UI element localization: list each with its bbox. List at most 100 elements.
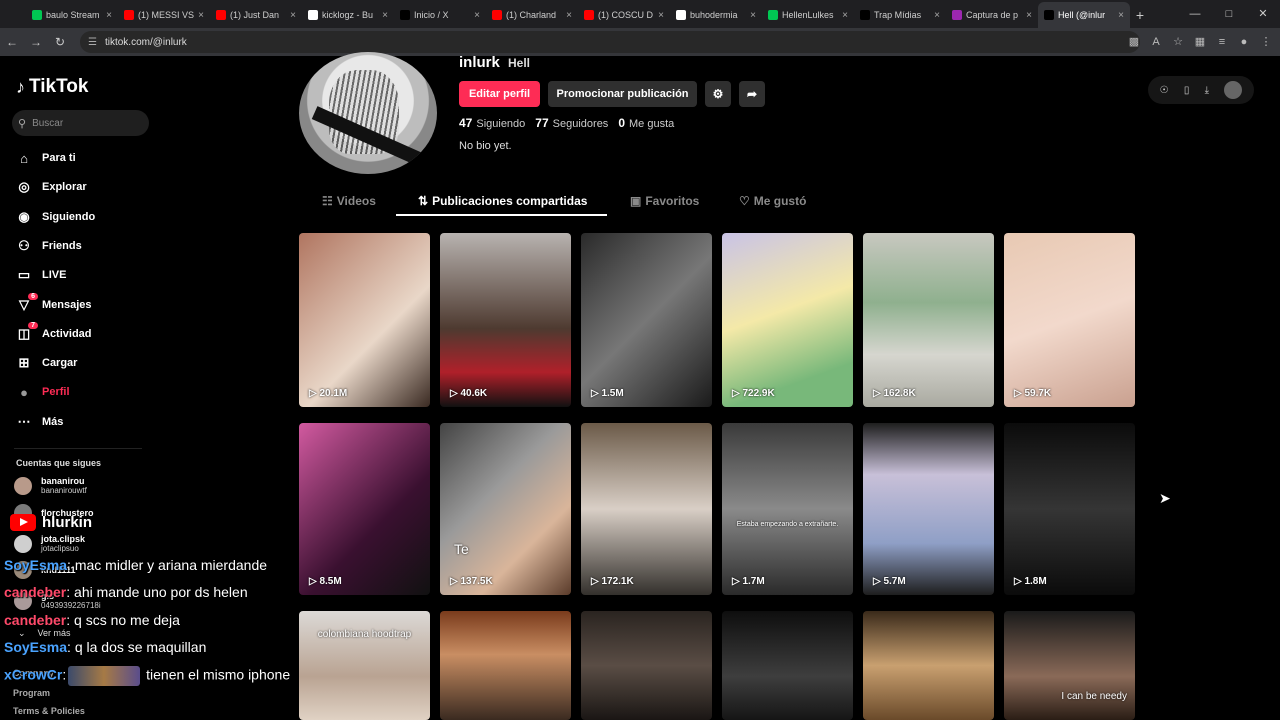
view-count-value: 59.7K bbox=[1024, 388, 1052, 399]
close-tab-icon[interactable]: × bbox=[290, 10, 296, 21]
video-card[interactable]: ▷ 722.9K bbox=[722, 233, 853, 407]
browser-tab[interactable]: (1) Charland × bbox=[486, 2, 578, 28]
close-tab-icon[interactable]: × bbox=[934, 10, 940, 21]
sidebar-item-profile[interactable]: ● Perfil bbox=[14, 381, 70, 403]
close-window-icon[interactable]: ✕ bbox=[1246, 0, 1280, 28]
video-card[interactable] bbox=[440, 611, 571, 720]
bookmark-star-icon[interactable]: ☆ bbox=[1170, 33, 1186, 51]
sidebar-item-compass[interactable]: ◎ Explorar bbox=[14, 176, 86, 198]
sidebar-item-messages[interactable]: ▽ 6 Mensajes bbox=[14, 292, 92, 316]
close-tab-icon[interactable]: × bbox=[382, 10, 388, 21]
download-icon[interactable]: ⤓ bbox=[1205, 85, 1209, 96]
video-card[interactable]: ▷ 40.6K bbox=[440, 233, 571, 407]
view-count: ▷ 1.5M bbox=[591, 388, 624, 399]
close-tab-icon[interactable]: × bbox=[1118, 10, 1124, 21]
reading-list-icon[interactable]: ≡ bbox=[1214, 33, 1230, 51]
tab-favorites[interactable]: ▣ Favoritos bbox=[630, 194, 699, 208]
video-card[interactable]: ▷ 59.7K bbox=[1004, 233, 1135, 407]
browser-tab[interactable]: kicklogz - Bu × bbox=[302, 2, 394, 28]
tab-videos[interactable]: ☷ Videos bbox=[322, 194, 376, 208]
video-card[interactable]: ▷ 1.5M bbox=[581, 233, 712, 407]
user-avatar-small[interactable] bbox=[1224, 81, 1243, 99]
browser-tab[interactable]: Hell (@inlur × bbox=[1038, 2, 1130, 28]
forward-icon[interactable]: → bbox=[24, 35, 48, 49]
close-tab-icon[interactable]: × bbox=[842, 10, 848, 21]
video-card[interactable] bbox=[581, 611, 712, 720]
browser-tab[interactable]: (1) Just Dan × bbox=[210, 2, 302, 28]
sidebar-item-label: Perfil bbox=[42, 386, 70, 399]
browser-tab[interactable]: (1) COSCU D × bbox=[578, 2, 670, 28]
maximize-icon[interactable]: □ bbox=[1212, 0, 1246, 28]
following-account[interactable]: florchustero bbox=[14, 504, 94, 522]
video-card[interactable]: Estaba empezando a extrañarte. ▷ 1.7M bbox=[722, 423, 853, 595]
close-tab-icon[interactable]: × bbox=[198, 10, 204, 21]
browser-tab[interactable]: Captura de p × bbox=[946, 2, 1038, 28]
video-card[interactable]: I can be needy bbox=[1004, 611, 1135, 720]
play-icon: ▷ bbox=[732, 576, 743, 587]
browser-tab[interactable]: (1) MESSI VS × bbox=[118, 2, 210, 28]
sidebar-item-following[interactable]: ◉ Siguiendo bbox=[14, 206, 95, 228]
close-tab-icon[interactable]: × bbox=[1026, 10, 1032, 21]
video-card[interactable]: ▷ 162.8K bbox=[863, 233, 994, 407]
minimize-icon[interactable]: — bbox=[1178, 0, 1212, 28]
sidebar-item-home[interactable]: ⌂ Para ti bbox=[14, 147, 76, 169]
close-tab-icon[interactable]: × bbox=[750, 10, 756, 21]
browser-tab[interactable]: HellenLulkes × bbox=[762, 2, 854, 28]
tab-title: (1) Charland bbox=[506, 10, 557, 20]
ver-mas-link[interactable]: ⌄ Ver más bbox=[18, 628, 71, 639]
video-card[interactable]: ▷ 5.7M bbox=[863, 423, 994, 595]
back-icon[interactable]: ← bbox=[0, 35, 24, 49]
following-account[interactable]: bananirou bananirouwtf bbox=[14, 476, 87, 496]
browser-tab[interactable]: Inicio / X × bbox=[394, 2, 486, 28]
footer-terms[interactable]: Terms & Policies bbox=[13, 706, 85, 716]
video-card[interactable] bbox=[722, 611, 853, 720]
sidebar-item-upload[interactable]: ⊞ Cargar bbox=[14, 352, 78, 374]
promote-post-button[interactable]: Promocionar publicación bbox=[548, 81, 697, 107]
search-box[interactable]: ⚲ bbox=[12, 110, 149, 136]
sidebar-item-activity[interactable]: ◫ 7 Actividad bbox=[14, 321, 92, 345]
close-tab-icon[interactable]: × bbox=[566, 10, 572, 21]
video-card[interactable]: ▷ 20.1M bbox=[299, 233, 430, 407]
phone-icon[interactable]: ▯ bbox=[1184, 85, 1190, 96]
video-card[interactable]: ▷ 172.1K bbox=[581, 423, 712, 595]
close-tab-icon[interactable]: × bbox=[106, 10, 112, 21]
video-card[interactable] bbox=[863, 611, 994, 720]
footer-company[interactable]: Company bbox=[13, 668, 54, 678]
search-input[interactable] bbox=[32, 117, 133, 129]
following-account[interactable]: gis 0493939226718i bbox=[14, 591, 101, 611]
translate-icon[interactable]: A bbox=[1148, 33, 1164, 51]
close-tab-icon[interactable]: × bbox=[474, 10, 480, 21]
sidebar-item-more[interactable]: ⋯ Más bbox=[14, 411, 64, 433]
close-tab-icon[interactable]: × bbox=[658, 10, 664, 21]
cast-icon[interactable]: ▩ bbox=[1126, 33, 1142, 51]
video-card[interactable]: colombiana hoodtrap bbox=[299, 611, 430, 720]
video-card[interactable]: ▷ 1.8M bbox=[1004, 423, 1135, 595]
site-info-icon[interactable]: ☰ bbox=[88, 37, 97, 48]
sidebar-item-friends[interactable]: ⚇ Friends bbox=[14, 235, 82, 257]
tab-liked[interactable]: ♡ Me gustó bbox=[739, 194, 806, 208]
footer-program[interactable]: Program bbox=[13, 688, 50, 698]
extensions-icon[interactable]: ▦ bbox=[1192, 33, 1208, 51]
browser-tab[interactable]: baulo Stream × bbox=[26, 2, 118, 28]
browser-tab[interactable]: Trap Mídias × bbox=[854, 2, 946, 28]
following-account[interactable]: jota.clipsk jotaclipsuo bbox=[14, 534, 85, 554]
edit-profile-button[interactable]: Editar perfil bbox=[459, 81, 540, 107]
tab-reposts[interactable]: ⇅ Publicaciones compartidas bbox=[418, 194, 587, 208]
reload-icon[interactable]: ↻ bbox=[48, 35, 72, 49]
compass-small-icon[interactable]: ☉ bbox=[1160, 85, 1169, 96]
stat-followers[interactable]: 77 Seguidores bbox=[535, 116, 608, 130]
stat-following[interactable]: 47 Siguiendo bbox=[459, 116, 525, 130]
settings-button[interactable]: ⚙ bbox=[705, 81, 731, 107]
following-account[interactable]: knd1111 bbox=[14, 561, 76, 579]
url-field[interactable]: ☰ tiktok.com/@inlurk bbox=[80, 31, 1140, 53]
browser-tab[interactable]: buhodermia × bbox=[670, 2, 762, 28]
menu-icon[interactable]: ⋮ bbox=[1258, 33, 1274, 51]
video-card[interactable]: ▷ 8.5M bbox=[299, 423, 430, 595]
profile-avatar-icon[interactable]: ● bbox=[1236, 33, 1252, 51]
new-tab-button[interactable]: + bbox=[1130, 2, 1150, 28]
video-card[interactable]: Te ▷ 137.5K bbox=[440, 423, 571, 595]
tiktok-logo[interactable]: ♪ TikTok bbox=[16, 76, 88, 98]
share-button[interactable]: ➦ bbox=[739, 81, 765, 107]
video-caption: Te bbox=[454, 541, 469, 557]
sidebar-item-live[interactable]: ▭ LIVE bbox=[14, 264, 67, 286]
